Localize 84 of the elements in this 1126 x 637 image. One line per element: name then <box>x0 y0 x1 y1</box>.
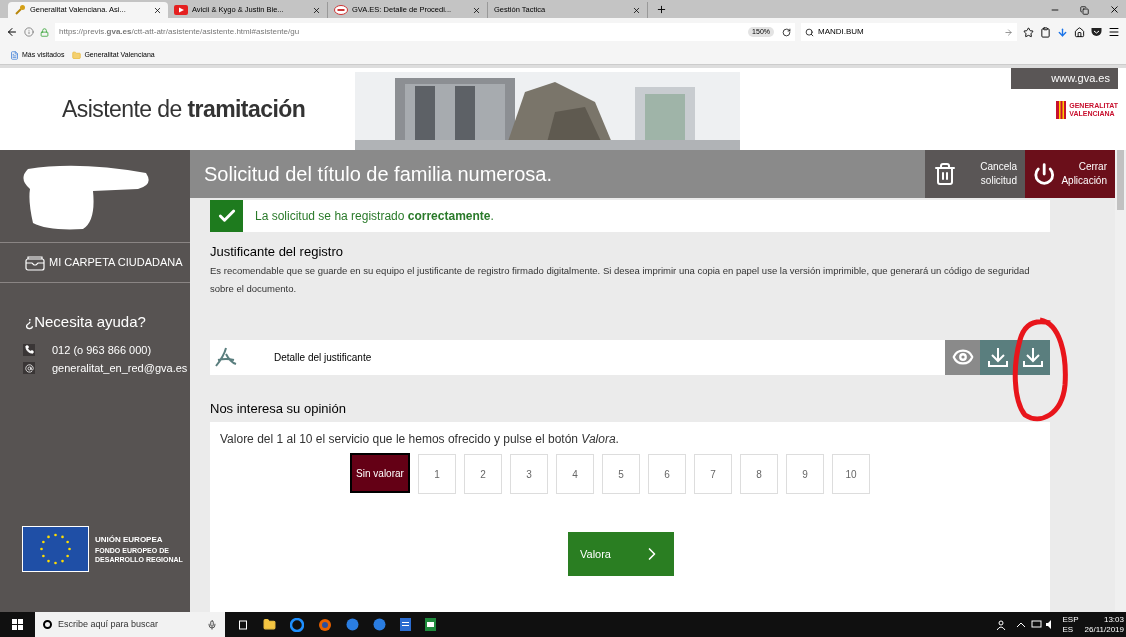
home-icon[interactable] <box>1074 26 1085 38</box>
submit-button[interactable]: Valora <box>568 532 674 576</box>
page-title: Solicitud del título de familia numerosa. <box>203 162 553 187</box>
document-name: Detalle del justificante <box>274 350 373 365</box>
search-field[interactable]: MANDI.BUM <box>801 23 1017 41</box>
language-indicator[interactable]: ES <box>1062 624 1079 635</box>
success-message: La solicitud se ha registrado correctamente. <box>255 208 494 225</box>
video-icon <box>174 5 188 15</box>
task-view-icon[interactable] <box>237 619 249 630</box>
close-app-button[interactable]: Cerrar Aplicación <box>1025 150 1115 198</box>
rating-option[interactable]: 1 <box>418 454 456 494</box>
people-icon[interactable] <box>996 619 1007 630</box>
new-tab-icon[interactable] <box>656 4 667 15</box>
help-title: ¿Necesita ayuda? <box>25 312 147 332</box>
rating-prompt: Valore del 1 al 10 el servicio que le hemos ofrecido y pulse el botón Valora. <box>220 431 620 448</box>
rating-option[interactable]: 10 <box>832 454 870 494</box>
reload-icon[interactable] <box>782 27 791 37</box>
download-icon[interactable] <box>1057 26 1068 38</box>
caret-icon[interactable] <box>1016 621 1025 628</box>
go-icon[interactable] <box>1004 27 1013 37</box>
lock-icon <box>40 27 49 37</box>
trash-icon <box>933 162 957 186</box>
app-title: Asistente de tramitación <box>62 94 306 124</box>
power-icon <box>1033 162 1056 186</box>
phone-icon <box>23 343 35 356</box>
close-icon[interactable] <box>632 5 641 15</box>
pocket-icon[interactable] <box>1091 27 1102 37</box>
eu-flag-icon <box>22 526 89 572</box>
close-icon[interactable] <box>1109 4 1120 15</box>
rating-option[interactable]: 5 <box>602 454 640 494</box>
menu-icon[interactable] <box>1108 26 1120 38</box>
rating-option[interactable]: Sin valorar <box>350 453 410 493</box>
rating-option[interactable]: 7 <box>694 454 732 494</box>
eu-title: UNIÓN EUROPEA <box>95 534 164 546</box>
firefox-icon[interactable] <box>318 617 332 632</box>
language-indicator[interactable]: ESP <box>1062 614 1079 625</box>
folder-icon <box>25 254 45 271</box>
site-label[interactable]: www.gva.es <box>1011 68 1118 89</box>
browser-icon[interactable] <box>290 617 304 632</box>
download-button[interactable] <box>980 339 1015 375</box>
document-icon[interactable] <box>400 618 411 631</box>
section-heading: Nos interesa su opinión <box>210 399 347 418</box>
close-icon[interactable] <box>312 5 321 15</box>
contact-text: 012 (o 963 866 000) <box>52 342 152 358</box>
rating-option[interactable]: 2 <box>464 454 502 494</box>
close-icon[interactable] <box>472 5 481 15</box>
logo-icon <box>334 5 348 15</box>
bookmark-icon[interactable] <box>1023 26 1034 38</box>
scrollbar[interactable] <box>1115 150 1126 612</box>
contact-text[interactable]: generalitat_en_red@gva.es <box>52 360 188 377</box>
app-icon[interactable] <box>373 618 386 631</box>
restore-icon[interactable] <box>1080 6 1089 15</box>
rating-option[interactable]: 3 <box>510 454 548 494</box>
search-icon <box>805 27 814 37</box>
rating-option[interactable]: 4 <box>556 454 594 494</box>
folder-icon[interactable] <box>263 618 276 631</box>
network-icon[interactable] <box>1030 620 1042 629</box>
rating-option[interactable]: 9 <box>786 454 824 494</box>
url-text: https://previs.gva.es/ctt-att-atr/asistente/asistente.html#asistente/gu <box>59 26 301 38</box>
clock-date[interactable]: 26/11/2019 <box>1084 624 1124 635</box>
download-icon <box>986 346 1009 368</box>
rating-option[interactable]: 6 <box>648 454 686 494</box>
close-icon[interactable] <box>153 5 162 15</box>
search-icon <box>43 620 52 629</box>
rating-option[interactable]: 8 <box>740 454 778 494</box>
mic-icon <box>207 619 217 630</box>
app-icon[interactable] <box>346 618 359 631</box>
clock-time[interactable]: 13:03 <box>1103 614 1124 625</box>
back-icon[interactable] <box>6 26 18 38</box>
view-button[interactable] <box>945 339 980 375</box>
crest-icon <box>1056 100 1067 119</box>
clipboard-icon[interactable] <box>1040 26 1051 38</box>
spreadsheet-icon[interactable] <box>425 618 436 631</box>
windows-icon[interactable] <box>12 619 23 630</box>
folder-icon <box>72 50 82 60</box>
receipt-description: Es recomendable que se guarde en su equipo el justificante de registro firmado digitalmente. Si desea imprimir una copia en papel use la versión imprimible, que generará un código de seguridad sobre el documento. <box>210 263 1031 296</box>
download-icon <box>1021 346 1044 368</box>
section-heading: Justificante del registro <box>210 243 344 261</box>
email-icon <box>23 362 35 375</box>
pdf-icon <box>214 346 238 368</box>
page-icon <box>10 50 19 60</box>
taskbar-search[interactable]: Escribe aquí para buscar <box>35 612 225 637</box>
cancel-button[interactable]: Cancela solicitud <box>925 150 1025 198</box>
key-icon <box>14 4 26 16</box>
